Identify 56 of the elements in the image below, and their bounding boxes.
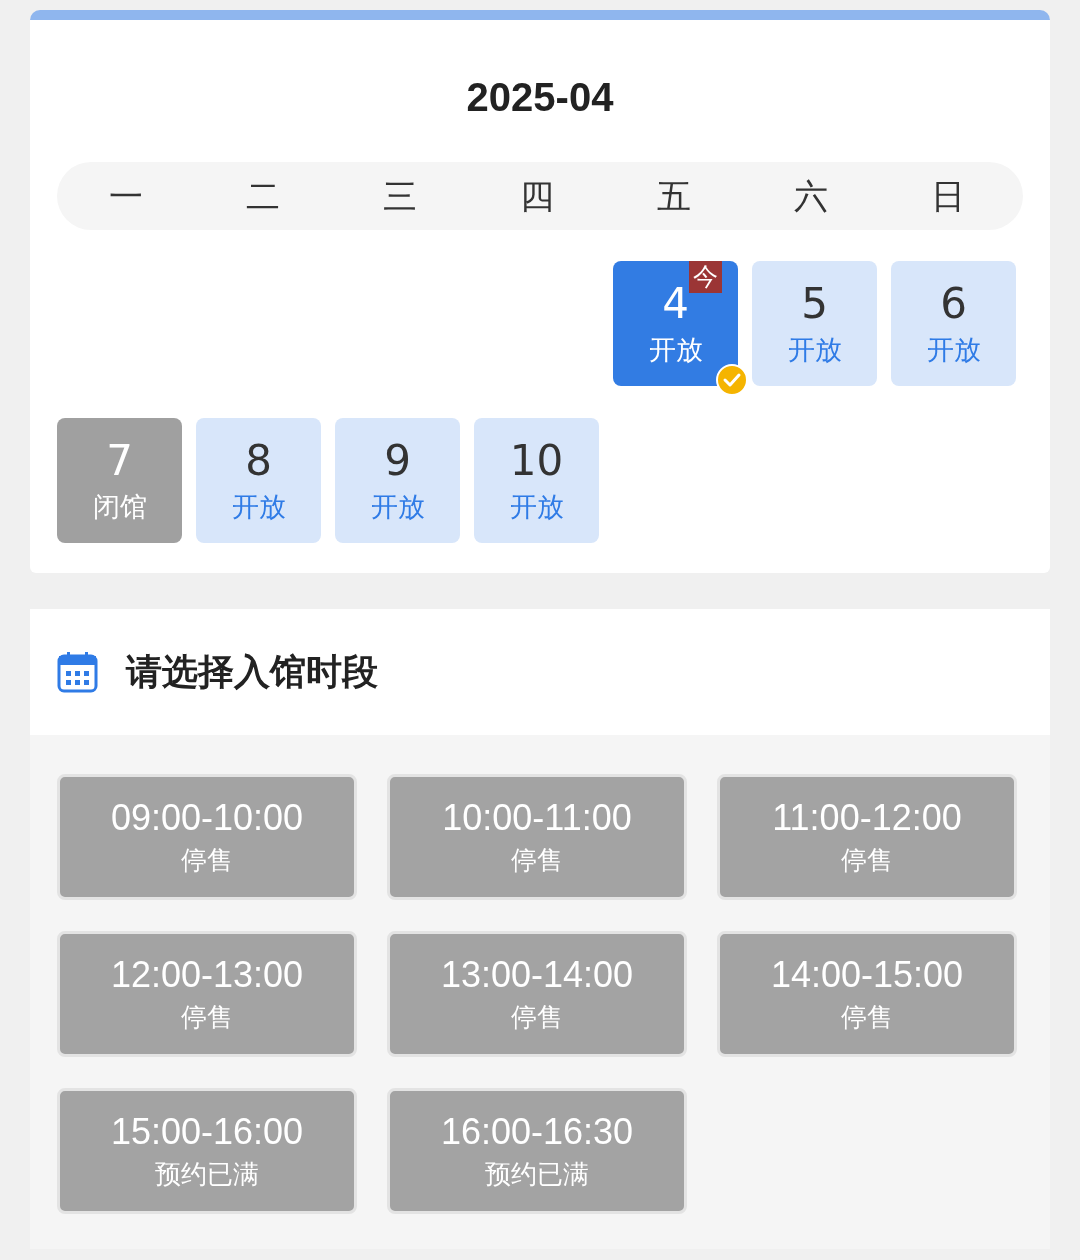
time-slot[interactable]: 09:00-10:00 停售 (57, 774, 357, 900)
day-number: 4 (662, 279, 689, 328)
day-number: 6 (940, 279, 967, 328)
section-title: 请选择入馆时段 (126, 650, 378, 694)
slot-status: 停售 (511, 844, 563, 877)
day-status: 开放 (231, 489, 286, 524)
slot-status: 预约已满 (485, 1158, 589, 1191)
slot-time: 11:00-12:00 (772, 797, 962, 839)
day-status: 开放 (509, 489, 564, 524)
time-slot[interactable]: 13:00-14:00 停售 (387, 931, 687, 1057)
slot-status: 预约已满 (155, 1158, 259, 1191)
day-number: 7 (106, 436, 133, 485)
day-status: 开放 (926, 332, 981, 367)
today-badge: 今 (689, 261, 722, 293)
calendar-icon (57, 651, 98, 693)
slot-status: 停售 (181, 1001, 233, 1034)
day-cell[interactable]: 10 开放 (474, 418, 599, 543)
time-slot[interactable]: 11:00-12:00 停售 (717, 774, 1017, 900)
day-number: 8 (245, 436, 272, 485)
check-icon (716, 364, 748, 396)
slot-time: 16:00-16:30 (440, 1111, 634, 1153)
day-number: 10 (509, 436, 564, 485)
slot-status: 停售 (511, 1001, 563, 1034)
day-cell[interactable]: 8 开放 (196, 418, 321, 543)
slot-time: 14:00-15:00 (770, 954, 964, 996)
weekday-label: 六 (793, 174, 830, 218)
slot-status: 停售 (181, 844, 233, 877)
day-cell[interactable]: 6 开放 (891, 261, 1016, 386)
weekday-label: 五 (656, 174, 693, 218)
slot-time: 09:00-10:00 (110, 797, 304, 839)
weekday-label: 三 (381, 174, 418, 218)
day-cell[interactable]: 5 开放 (752, 261, 877, 386)
slot-time: 12:00-13:00 (110, 954, 304, 996)
time-slot[interactable]: 12:00-13:00 停售 (57, 931, 357, 1057)
month-title: 2025-04 (465, 74, 615, 121)
day-number: 5 (801, 279, 828, 328)
day-number: 9 (384, 436, 411, 485)
day-status: 开放 (370, 489, 425, 524)
day-cell[interactable]: 9 开放 (335, 418, 460, 543)
time-slot[interactable]: 16:00-16:30 预约已满 (387, 1088, 687, 1214)
weekday-label: 一 (107, 174, 144, 218)
slot-time: 15:00-16:00 (110, 1111, 304, 1153)
slot-status: 停售 (841, 844, 893, 877)
time-slot[interactable]: 10:00-11:00 停售 (387, 774, 687, 900)
day-cell[interactable]: 7 闭馆 (57, 418, 182, 543)
slot-time: 10:00-11:00 (442, 797, 632, 839)
slot-status: 停售 (841, 1001, 893, 1034)
day-status: 开放 (787, 332, 842, 367)
day-status: 闭馆 (92, 489, 147, 524)
time-slot[interactable]: 14:00-15:00 停售 (717, 931, 1017, 1057)
weekday-label: 四 (519, 174, 555, 218)
weekday-label: 二 (244, 174, 281, 218)
time-slot[interactable]: 15:00-16:00 预约已满 (57, 1088, 357, 1214)
weekday-label: 日 (930, 174, 967, 218)
slot-time: 13:00-14:00 (440, 954, 634, 996)
day-status: 开放 (648, 332, 703, 367)
